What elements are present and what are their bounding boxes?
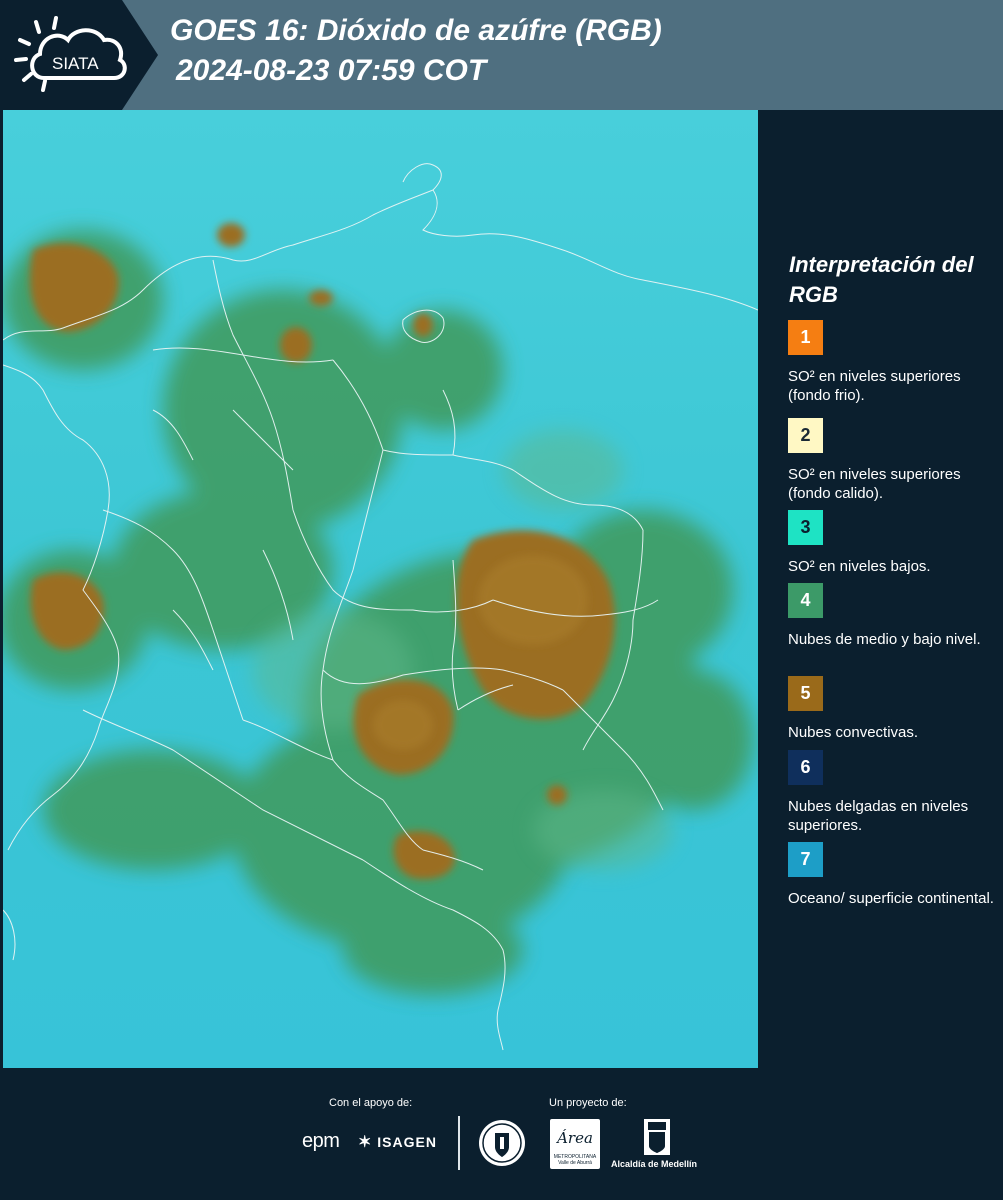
legend-item-3: 3 SO² en niveles bajos. (788, 510, 998, 576)
legend-label-3: SO² en niveles bajos. (788, 558, 931, 575)
alcaldia-label: Alcaldía de Medellín (611, 1159, 698, 1169)
area-logo-text: Área (557, 1129, 593, 1147)
legend-item-4: 4 Nubes de medio y bajo nivel. (788, 583, 998, 649)
legend-swatch-7: 7 (788, 842, 823, 877)
legend-swatch-3: 3 (788, 510, 823, 545)
footer: Con el apoyo de: Un proyecto de: epm ✶ I… (0, 1068, 1003, 1200)
logo-text: SIATA (52, 54, 99, 73)
legend-swatch-1: 1 (788, 320, 823, 355)
legend-label-4: Nubes de medio y bajo nivel. (788, 631, 981, 648)
epm-logo[interactable]: epm (302, 1130, 340, 1153)
legend-label-6: Nubes delgadas en niveles superiores. (788, 798, 969, 834)
alcaldia-shield-icon[interactable] (643, 1118, 671, 1156)
legend-item-6: 6 Nubes delgadas en niveles superiores. (788, 750, 998, 835)
legend-item-1: 1 SO² en niveles superiores (fondo frio)… (788, 320, 998, 405)
legend-label-2: SO² en niveles superiores (fondo calido)… (788, 466, 961, 502)
satellite-map[interactable] (3, 110, 758, 1068)
footer-divider (458, 1116, 460, 1170)
area-metropolitana-logo[interactable]: Área METROPOLITANA Valle de Aburrá (550, 1119, 600, 1169)
project-label: Un proyecto de: (549, 1097, 627, 1109)
legend-panel: Interpretación del RGB 1 SO² en niveles … (758, 110, 1003, 1068)
header: SIATA GOES 16: Dióxido de azúfre (RGB) 2… (0, 0, 1003, 110)
isagen-mark-icon: ✶ (358, 1134, 373, 1151)
legend-label-7: Oceano/ superficie continental. (788, 890, 994, 907)
legend-item-2: 2 SO² en niveles superiores (fondo calid… (788, 418, 998, 503)
legend-swatch-5: 5 (788, 676, 823, 711)
siata-logo[interactable]: SIATA (10, 12, 128, 98)
support-label: Con el apoyo de: (329, 1097, 413, 1109)
legend-label-1: SO² en niveles superiores (fondo frio). (788, 368, 961, 404)
legend-title: Interpretación del RGB (789, 252, 974, 307)
area-logo-subtitle: METROPOLITANA Valle de Aburrá (553, 1154, 597, 1166)
legend-swatch-4: 4 (788, 583, 823, 618)
timestamp: 2024-08-23 07:59 COT (176, 54, 487, 87)
legend-swatch-2: 2 (788, 418, 823, 453)
legend-item-7: 7 Oceano/ superficie continental. (788, 842, 998, 908)
isagen-logo[interactable]: ✶ ISAGEN (358, 1132, 437, 1152)
medellin-seal-icon[interactable] (478, 1119, 526, 1167)
page-title: GOES 16: Dióxido de azúfre (RGB) (170, 14, 662, 47)
legend-label-5: Nubes convectivas. (788, 724, 919, 741)
legend-swatch-6: 6 (788, 750, 823, 785)
legend-item-5: 5 Nubes convectivas. (788, 676, 998, 742)
